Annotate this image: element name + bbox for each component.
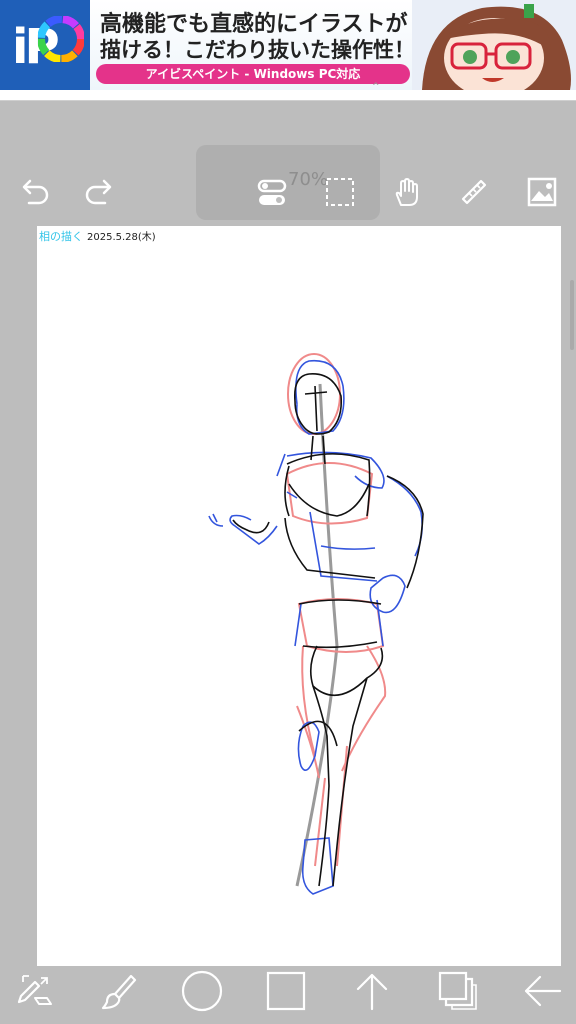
square-icon — [266, 971, 306, 1011]
brush-button[interactable] — [90, 966, 146, 1016]
brush-icon — [101, 974, 137, 1010]
banner-pill: アイビスペイント - Windows PC対応 — [96, 64, 410, 84]
reference-image-button[interactable] — [522, 172, 562, 212]
banner-subline: 描ける！こだわり抜いた操作性！ — [100, 38, 415, 62]
layer-toggle-button[interactable] — [252, 172, 292, 212]
figure-sketch — [208, 353, 424, 895]
ad-indicator-icon[interactable]: ^ — [372, 82, 380, 90]
shape-button[interactable] — [258, 966, 314, 1016]
selection-button[interactable] — [320, 172, 360, 212]
color-button[interactable] — [174, 966, 230, 1016]
hand-tool-icon — [395, 178, 418, 206]
ad-banner[interactable]: iP 高機能でも直感的にイラストが 描ける！こだわり抜いた操作性！ アイビスペイ… — [0, 0, 576, 90]
selection-icon — [326, 178, 354, 206]
ruler-button[interactable] — [454, 172, 494, 212]
hand-tool-button[interactable] — [386, 172, 426, 212]
reference-image-icon — [527, 177, 557, 207]
color-wheel-icon — [38, 16, 84, 62]
tool-select-icon — [17, 975, 52, 1005]
canvas-scrollbar[interactable] — [570, 280, 574, 350]
arrow-up-icon — [356, 973, 388, 1011]
layer-toggle-icon — [257, 179, 287, 205]
redo-icon — [85, 179, 112, 205]
layers-button[interactable] — [428, 966, 484, 1016]
undo-button[interactable] — [14, 172, 54, 212]
back-arrow-icon — [524, 975, 562, 1007]
color-circle-icon — [181, 970, 223, 1012]
undo-icon — [22, 179, 49, 205]
redo-button[interactable] — [80, 172, 120, 212]
tool-select-button[interactable] — [6, 966, 62, 1016]
banner-divider — [0, 90, 576, 101]
drawing-canvas[interactable]: 相の描く 2025.5.28(木) — [37, 226, 561, 966]
back-button[interactable] — [514, 966, 570, 1016]
ruler-icon — [461, 179, 487, 205]
banner-character-illustration — [412, 0, 576, 90]
bottom-toolbar — [0, 966, 576, 1024]
transform-button[interactable] — [344, 966, 400, 1016]
layers-icon — [438, 971, 477, 1010]
app-logo: iP — [0, 0, 90, 90]
